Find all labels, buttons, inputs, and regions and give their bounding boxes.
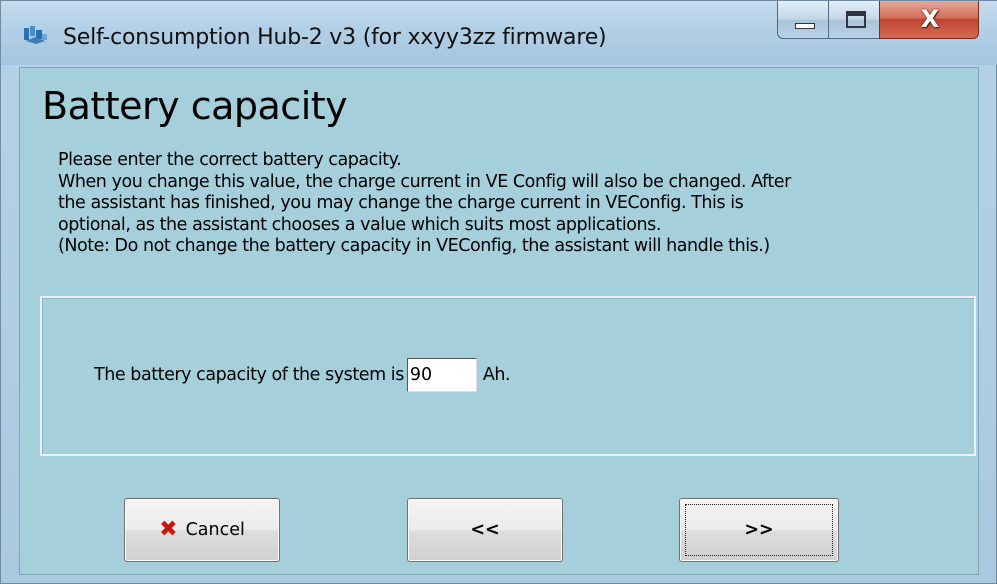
cancel-x-icon: ✖ [159, 517, 178, 542]
capacity-group-box: The battery capacity of the system is Ah… [40, 296, 976, 456]
back-label: << [470, 520, 500, 540]
next-label: >> [744, 520, 774, 540]
back-button[interactable]: << [407, 498, 563, 562]
battery-capacity-input[interactable] [406, 358, 477, 392]
page-title: Battery capacity [42, 84, 348, 128]
description: Please enter the correct battery capacit… [58, 150, 938, 258]
capacity-row: The battery capacity of the system is Ah… [94, 358, 511, 392]
close-icon: X [920, 5, 940, 33]
title-bar[interactable]: Self-consumption Hub-2 v3 (for xxyy3zz f… [1, 1, 997, 65]
description-line: (Note: Do not change the battery capacit… [58, 236, 770, 256]
cancel-button[interactable]: ✖ Cancel [124, 498, 280, 562]
description-line: When you change this value, the charge c… [58, 171, 791, 192]
description-line: optional, as the assistant chooses a val… [58, 214, 661, 235]
minimize-icon [795, 23, 815, 29]
app-icon [24, 26, 47, 44]
capacity-unit: Ah. [482, 365, 511, 385]
description-line: the assistant has finished, you may chan… [58, 193, 744, 213]
description-line: Please enter the correct battery capacit… [58, 150, 402, 170]
next-button[interactable]: >> [679, 498, 839, 562]
minimize-button[interactable] [777, 1, 829, 39]
close-button[interactable]: X [879, 1, 979, 39]
window-title: Self-consumption Hub-2 v3 (for xxyy3zz f… [63, 25, 607, 50]
capacity-label: The battery capacity of the system is [94, 365, 404, 385]
dialog-window: Self-consumption Hub-2 v3 (for xxyy3zz f… [0, 0, 997, 584]
cancel-label: Cancel [185, 520, 245, 540]
dialog-content: Battery capacity Please enter the correc… [19, 67, 979, 575]
maximize-button[interactable] [828, 1, 880, 39]
maximize-icon [846, 11, 866, 28]
